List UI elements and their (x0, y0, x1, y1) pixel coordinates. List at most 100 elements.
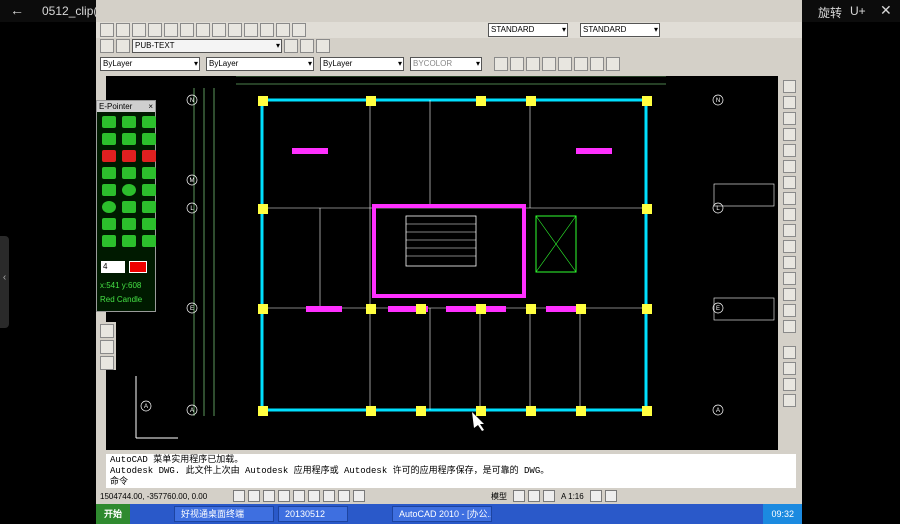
save-icon[interactable] (132, 23, 146, 37)
eraser-tool-icon[interactable] (142, 150, 156, 162)
highlight-tool-icon[interactable] (142, 201, 156, 213)
prop-icon-4[interactable] (542, 57, 556, 71)
explode-icon[interactable] (782, 320, 796, 333)
paste-icon[interactable] (212, 23, 226, 37)
side-collapse-handle[interactable]: ‹ (0, 236, 9, 328)
osnap-toggle[interactable] (293, 490, 305, 502)
layer-prev-icon[interactable] (300, 39, 314, 53)
line-tool-icon[interactable] (102, 167, 116, 179)
workspace-icon[interactable] (589, 490, 602, 502)
grid-toggle[interactable] (248, 490, 260, 502)
redo-icon[interactable] (260, 23, 274, 37)
otrack-toggle[interactable] (308, 490, 320, 502)
pan-status-icon[interactable] (528, 490, 540, 502)
open-icon[interactable] (116, 23, 130, 37)
stretch-icon[interactable] (782, 208, 796, 221)
draworder-icon[interactable] (782, 346, 796, 359)
break-icon[interactable] (782, 256, 796, 269)
offset-icon[interactable] (782, 128, 796, 141)
back-icon[interactable] (782, 378, 796, 391)
fillet-icon[interactable] (782, 304, 796, 317)
prop-icon-6[interactable] (574, 57, 588, 71)
erase-icon[interactable] (782, 80, 796, 93)
start-button[interactable]: 开始 (96, 504, 131, 524)
lineweight-combo[interactable]: ByLayer (320, 57, 404, 71)
dyn-toggle[interactable] (338, 490, 350, 502)
upgrade-button[interactable]: U+ (850, 4, 866, 18)
image-tool-icon[interactable] (142, 116, 156, 128)
taskbar-item-2[interactable]: 20130512 (278, 506, 349, 522)
undo-tool-icon[interactable] (102, 218, 116, 230)
extend-icon[interactable] (782, 240, 796, 253)
rotate-icon[interactable] (782, 176, 796, 189)
window-tool-icon[interactable] (142, 133, 156, 145)
fill-rect-tool-icon[interactable] (142, 184, 156, 196)
copy-icon[interactable] (196, 23, 210, 37)
help-tool-icon[interactable] (142, 235, 156, 247)
print-icon[interactable] (148, 23, 162, 37)
drawing-canvas[interactable]: NMLEA NLEA A (106, 76, 778, 450)
taskbar-item-3[interactable]: AutoCAD 2010 - [办公... (392, 506, 493, 522)
front-icon[interactable] (782, 362, 796, 375)
close-icon[interactable]: ✕ (880, 2, 892, 19)
screen-tool-icon[interactable] (122, 133, 136, 145)
hammer-tool-icon[interactable] (102, 235, 116, 247)
annotation-scale[interactable]: A 1:16 (558, 492, 587, 501)
settings-icon[interactable] (604, 490, 617, 502)
open-tool-icon[interactable] (102, 116, 116, 128)
arrow-tool-icon[interactable] (122, 167, 136, 179)
layout-icon[interactable] (513, 490, 525, 502)
model-tab[interactable]: 模型 (488, 491, 510, 502)
mirror-icon[interactable] (782, 112, 796, 125)
color-combo[interactable]: ByLayer (100, 57, 200, 71)
prop-icon-3[interactable] (526, 57, 540, 71)
board-tool-icon[interactable] (102, 133, 116, 145)
pointer-tool-icon[interactable] (142, 167, 156, 179)
match-icon[interactable] (228, 23, 242, 37)
join-icon[interactable] (782, 272, 796, 285)
grid-tool-icon[interactable] (122, 218, 136, 230)
new-icon[interactable] (100, 23, 114, 37)
rect-tool-icon[interactable] (102, 184, 116, 196)
pen-tool-icon[interactable] (102, 150, 116, 162)
save-tool-icon[interactable] (122, 116, 136, 128)
rotate-button[interactable]: 旋转 (818, 4, 842, 21)
marker-tool-icon[interactable] (122, 150, 136, 162)
move-icon[interactable] (782, 160, 796, 173)
command-prompt[interactable]: 命令 (110, 477, 792, 488)
layer-props-icon[interactable] (284, 39, 298, 53)
zoom-tool-icon[interactable] (142, 218, 156, 230)
zoom-icon[interactable] (292, 23, 306, 37)
pen-color-swatch[interactable] (129, 261, 147, 273)
array-icon[interactable] (782, 144, 796, 157)
textstyle-combo[interactable]: STANDARD (488, 23, 568, 37)
fill-ellipse-tool-icon[interactable] (102, 201, 116, 213)
zoom-status-icon[interactable] (543, 490, 555, 502)
back-arrow-icon[interactable]: ← (10, 2, 24, 18)
plotstyle-combo[interactable]: BYCOLOR (410, 57, 482, 71)
ellipse-tool-icon[interactable] (122, 184, 136, 196)
pan-icon[interactable] (276, 23, 290, 37)
palette-close-icon[interactable]: × (148, 101, 153, 112)
cut-icon[interactable] (180, 23, 194, 37)
layer-state-icon[interactable] (316, 39, 330, 53)
bulb-icon[interactable] (100, 39, 114, 53)
polar-toggle[interactable] (278, 490, 290, 502)
prop-icon-8[interactable] (606, 57, 620, 71)
hatch-icon[interactable] (100, 324, 114, 338)
trim-icon[interactable] (782, 224, 796, 237)
linetype-combo[interactable]: ByLayer (206, 57, 314, 71)
prop-icon-1[interactable] (494, 57, 508, 71)
copy-obj-icon[interactable] (782, 96, 796, 109)
chamfer-icon[interactable] (782, 288, 796, 301)
lwt-toggle[interactable] (353, 490, 365, 502)
arch-tool-icon[interactable] (122, 201, 136, 213)
table-icon[interactable] (100, 340, 114, 354)
snap-toggle[interactable] (233, 490, 245, 502)
dimstyle-combo[interactable]: STANDARD (580, 23, 660, 37)
undo-icon[interactable] (244, 23, 258, 37)
mtext-icon[interactable] (100, 356, 114, 370)
prop-icon-2[interactable] (510, 57, 524, 71)
prop-icon-5[interactable] (558, 57, 572, 71)
sun-icon[interactable] (116, 39, 130, 53)
